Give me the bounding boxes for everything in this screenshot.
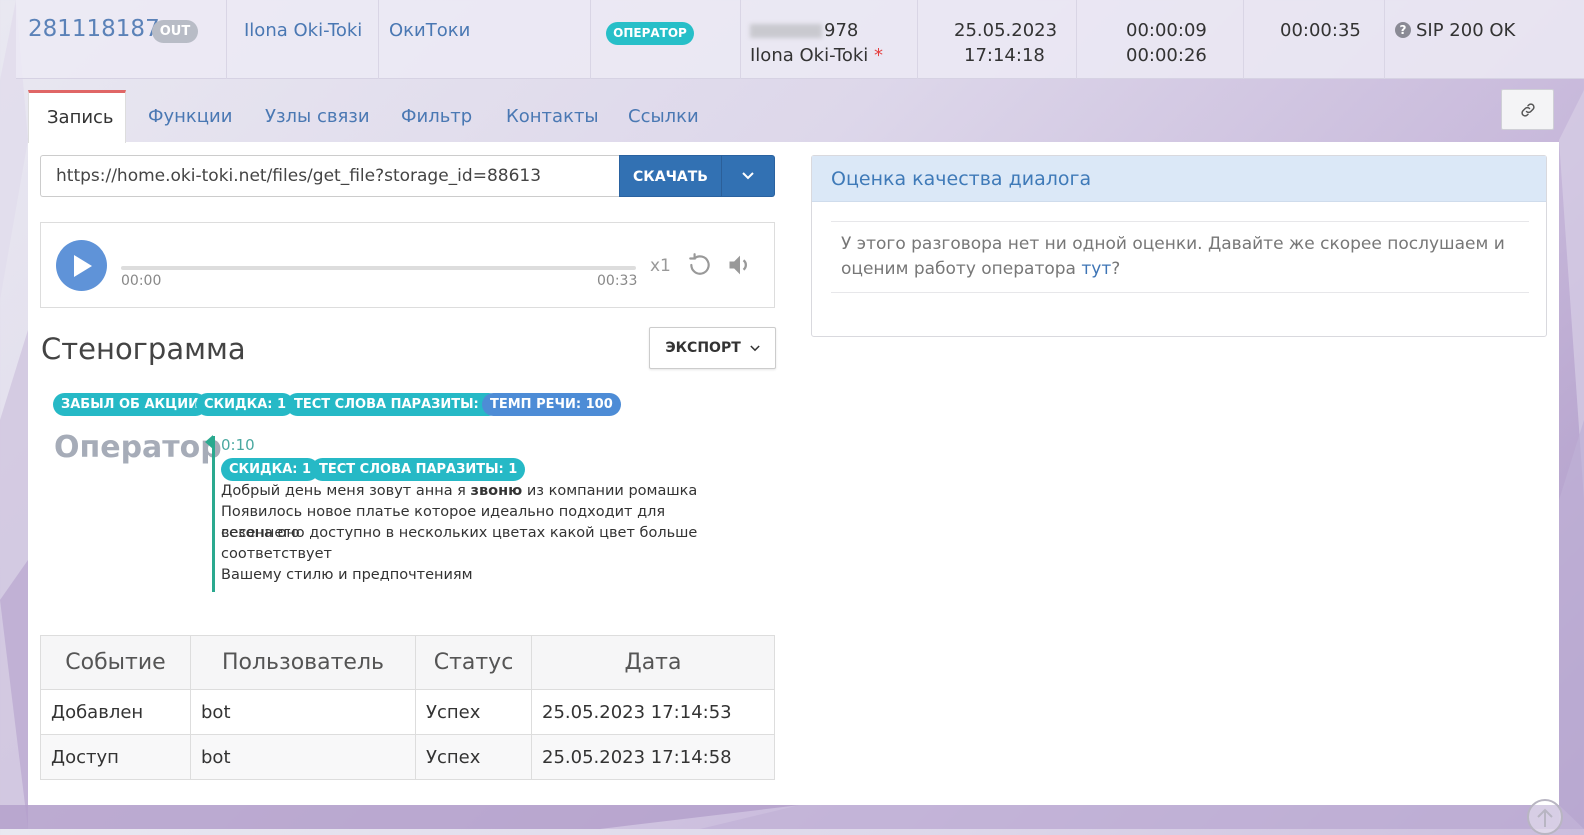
cell-date: 25.05.2023 17:14:53	[531, 689, 775, 735]
tag-filler-words: ТЕСТ СЛОВА ПАРАЗИТЫ: 1	[286, 393, 501, 416]
tab-functions[interactable]: Функции	[130, 90, 250, 143]
time-total: 00:33	[597, 273, 638, 289]
link-icon	[1520, 102, 1535, 117]
cell-divider	[378, 0, 379, 79]
cell-divider	[1076, 0, 1077, 79]
cell-divider	[917, 0, 918, 79]
playback-speed[interactable]: x1	[650, 256, 671, 276]
cell-user: bot	[190, 689, 416, 735]
replay-icon[interactable]	[687, 252, 713, 278]
tag-speech-rate: ТЕМП РЕЧИ: 100	[482, 393, 621, 416]
table-row: Доступ bot Успех 25.05.2023 17:14:58	[40, 734, 775, 780]
play-icon	[73, 254, 92, 277]
message-timestamp[interactable]: 0:10	[221, 436, 255, 454]
cell-divider	[740, 0, 741, 79]
wait-duration: 00:00:09	[1126, 20, 1207, 41]
cell-divider	[1243, 0, 1244, 79]
call-result: ? SIP 200 OK	[1395, 20, 1515, 41]
cell-divider	[226, 0, 227, 79]
tab-contacts[interactable]: Контакты	[488, 90, 617, 143]
tab-nodes[interactable]: Узлы связи	[247, 90, 388, 143]
project-link[interactable]: ОкиТоки	[389, 20, 470, 41]
cell-status: Успех	[415, 689, 532, 735]
table-header-row: Событие Пользователь Статус Дата	[40, 635, 775, 690]
direction-badge: OUT	[152, 20, 198, 43]
call-id[interactable]: 281118187	[28, 16, 160, 42]
download-dropdown-button[interactable]	[721, 155, 775, 197]
tab-links[interactable]: Ссылки	[610, 90, 717, 143]
cell-date: 25.05.2023 17:14:58	[531, 734, 775, 780]
quality-message: У этого разговора нет ни одной оценки. Д…	[831, 221, 1529, 293]
copy-link-button[interactable]	[1501, 89, 1554, 130]
help-icon[interactable]: ?	[1395, 22, 1411, 38]
progress-bar[interactable]	[121, 266, 636, 270]
column-header-event: Событие	[40, 635, 191, 690]
speaker-label: Оператор	[54, 430, 222, 465]
call-row[interactable]: 281118187 OUT Ilona Oki-Toki ОкиТоки ОПЕ…	[16, 0, 1584, 79]
column-header-date: Дата	[531, 635, 775, 690]
message-line: соответствует	[221, 546, 332, 562]
chevron-down-icon	[742, 172, 754, 180]
events-table: Событие Пользователь Статус Дата Добавле…	[40, 635, 775, 780]
export-button[interactable]: ЭКСПОРТ	[649, 327, 776, 369]
column-header-status: Статус	[415, 635, 532, 690]
call-time: 17:14:18	[964, 45, 1045, 66]
quality-panel: Оценка качества диалога У этого разговор…	[811, 155, 1547, 337]
talk-duration: 00:00:26	[1126, 45, 1207, 66]
audio-player: 00:00 00:33 x1	[40, 222, 775, 308]
tab-filter[interactable]: Фильтр	[383, 90, 490, 143]
rate-operator-link[interactable]: тут	[1081, 259, 1111, 279]
column-header-user: Пользователь	[190, 635, 416, 690]
time-current: 00:00	[121, 273, 162, 289]
message-tag-filler-words: ТЕСТ СЛОВА ПАРАЗИТЫ: 1	[311, 458, 526, 481]
tab-recording[interactable]: Запись	[28, 90, 126, 143]
tag-discount: СКИДКА: 1	[196, 393, 295, 416]
role-badge: ОПЕРАТОР	[606, 22, 694, 45]
transcript-title: Стенограмма	[41, 332, 246, 366]
volume-icon[interactable]	[726, 251, 754, 279]
cell-user: bot	[190, 734, 416, 780]
total-duration: 00:00:35	[1280, 20, 1361, 41]
call-date: 25.05.2023	[954, 20, 1058, 41]
user-name-link[interactable]: Ilona Oki-Toki	[244, 20, 362, 41]
message-tag-discount: СКИДКА: 1	[221, 458, 320, 481]
quality-panel-title: Оценка качества диалога	[812, 156, 1546, 202]
tag-forgot-promo: ЗАБЫЛ ОБ АКЦИИ	[53, 393, 207, 416]
cell-event: Добавлен	[40, 689, 191, 735]
file-url-input[interactable]	[40, 155, 620, 197]
message-line: Добрый день меня зовут анна я звоню из к…	[221, 483, 698, 499]
play-button[interactable]	[56, 240, 107, 291]
arrow-up-icon	[1537, 808, 1553, 827]
cell-status: Успех	[415, 734, 532, 780]
phone-number: 978	[750, 20, 858, 41]
message-divider	[212, 436, 215, 592]
table-row: Добавлен bot Успех 25.05.2023 17:14:53	[40, 689, 775, 735]
cell-divider	[590, 0, 591, 79]
chevron-down-icon	[749, 345, 760, 352]
agent-name: Ilona Oki-Toki *	[750, 45, 884, 66]
message-line: сезона оно доступно в нескольких цветах …	[221, 525, 698, 541]
message-line: Вашему стилю и предпочтениям	[221, 567, 473, 583]
scroll-to-top-button[interactable]	[1527, 799, 1563, 835]
download-button[interactable]: СКАЧАТЬ	[619, 155, 722, 197]
masked-phone	[750, 24, 822, 38]
cell-divider	[1384, 0, 1385, 79]
cell-event: Доступ	[40, 734, 191, 780]
